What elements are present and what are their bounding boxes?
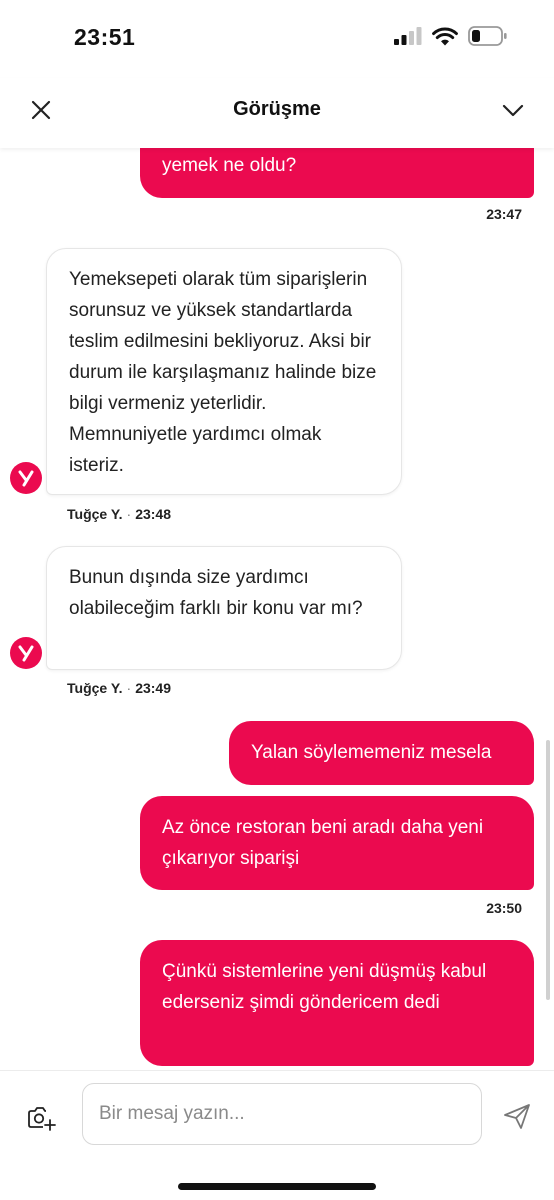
agent-name: Tuğçe Y. bbox=[67, 506, 123, 522]
yemeksepeti-logo-icon bbox=[18, 645, 34, 662]
meta-separator: · bbox=[126, 506, 132, 522]
wifi-icon bbox=[432, 27, 458, 45]
message-time: 23:47 bbox=[486, 206, 522, 222]
message-input[interactable] bbox=[82, 1083, 482, 1145]
incoming-message: Bunun dışında size yardımcı olabileceğim… bbox=[46, 546, 402, 670]
outgoing-message: Yalan söylememeniz mesela bbox=[229, 721, 534, 785]
outgoing-message: Az önce restoran beni aradı daha yeni çı… bbox=[140, 796, 534, 890]
agent-avatar bbox=[10, 637, 42, 669]
meta-separator: · bbox=[126, 680, 132, 696]
outgoing-message: Çünkü sistemlerine yeni düşmüş kabul ede… bbox=[140, 940, 534, 1066]
camera-add-icon bbox=[28, 1107, 56, 1131]
chevron-down-icon bbox=[502, 104, 524, 117]
battery-icon bbox=[468, 26, 507, 46]
message-text: Yemeksepeti olarak tüm siparişlerin soru… bbox=[69, 269, 377, 476]
cellular-signal-icon bbox=[394, 27, 422, 45]
message-time: 23:48 bbox=[135, 506, 171, 522]
message-time: 23:50 bbox=[486, 900, 522, 916]
chat-header: Görüşme bbox=[0, 78, 554, 148]
message-time: 23:49 bbox=[135, 680, 171, 696]
message-text: yemek ne oldu? bbox=[162, 155, 297, 176]
message-meta: Tuğçe Y. · 23:48 bbox=[67, 506, 171, 522]
outgoing-message: yemek ne oldu? bbox=[140, 148, 534, 198]
message-composer bbox=[0, 1070, 554, 1200]
message-text: Az önce restoran beni aradı daha yeni çı… bbox=[162, 817, 484, 869]
collapse-button[interactable] bbox=[498, 95, 528, 125]
page-title: Görüşme bbox=[233, 98, 321, 120]
status-time: 23:51 bbox=[74, 24, 136, 50]
attach-photo-button[interactable] bbox=[26, 1103, 56, 1133]
message-text: Çünkü sistemlerine yeni düşmüş kabul ede… bbox=[162, 961, 487, 1013]
message-meta: Tuğçe Y. · 23:49 bbox=[67, 680, 171, 696]
send-button[interactable] bbox=[502, 1101, 532, 1131]
status-icons bbox=[394, 26, 508, 46]
chat-scrollbar[interactable] bbox=[546, 740, 550, 1000]
yemeksepeti-logo-icon bbox=[18, 470, 34, 487]
message-text: Yalan söylememeniz mesela bbox=[251, 742, 492, 763]
home-indicator bbox=[178, 1183, 376, 1190]
send-icon bbox=[504, 1104, 530, 1129]
message-text: Bunun dışında size yardımcı olabileceğim… bbox=[69, 567, 363, 619]
incoming-message: Yemeksepeti olarak tüm siparişlerin soru… bbox=[46, 248, 402, 495]
agent-avatar bbox=[10, 462, 42, 494]
status-bar: 23:51 bbox=[0, 0, 554, 78]
chat-messages[interactable]: yemek ne oldu? 23:47 Yemeksepeti olarak … bbox=[0, 148, 554, 1070]
agent-name: Tuğçe Y. bbox=[67, 680, 123, 696]
